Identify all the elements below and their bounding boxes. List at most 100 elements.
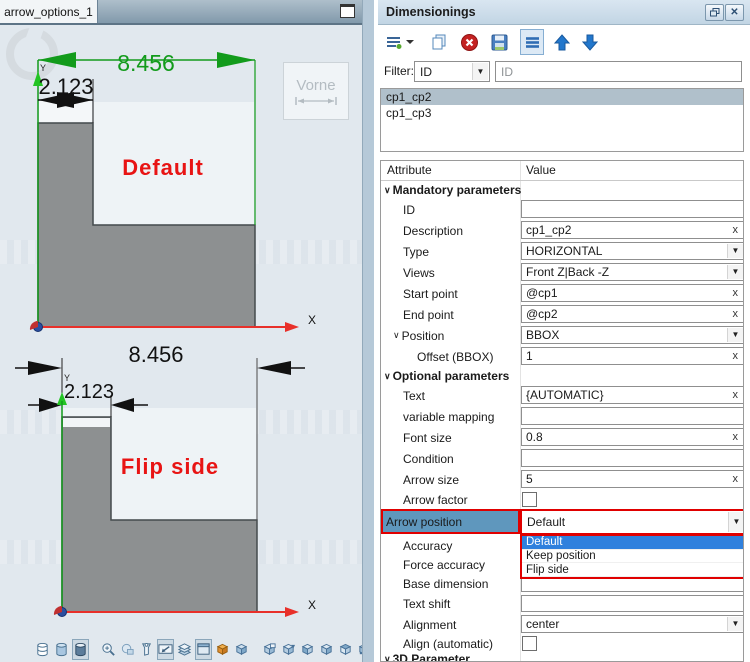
view-toolbar [0,636,410,662]
save-icon[interactable] [491,30,508,54]
collapse-chevron-icon[interactable]: ∨ [384,654,391,662]
description-input[interactable]: cp1_cp2 x [521,221,743,239]
dimensioning-list: cp1_cp2 cp1_cp3 [380,88,744,152]
dropdown-arrow-icon[interactable]: ▼ [727,328,743,342]
dropdown-option-keep-position[interactable]: Keep position [522,550,743,564]
type-combo[interactable]: HORIZONTAL ▼ [521,242,743,260]
top-view-icon[interactable] [337,639,354,660]
clear-field-icon[interactable]: x [733,389,739,401]
dropdown-arrow-icon[interactable]: ▼ [727,617,743,631]
row-position: ∨ Position BBOX ▼ [381,325,743,346]
close-icon[interactable]: ✕ [725,4,744,21]
zoom-previous-icon[interactable] [119,639,136,660]
left-view-icon[interactable] [299,639,316,660]
row-type: Type HORIZONTAL ▼ [381,241,743,262]
dimension-value-2123-default: 2.123 [38,74,94,99]
row-condition: Condition [381,448,743,469]
move-down-icon[interactable] [582,30,598,54]
y-axis-label: Y [64,373,71,383]
zoom-selection-icon[interactable] [138,639,155,660]
solid-view-icon[interactable] [214,639,231,660]
section-optional-parameters[interactable]: ∨ Optional parameters [381,367,743,385]
filter-query-input[interactable] [495,61,742,82]
x-axis-label: X [308,598,317,612]
drawing-canvas[interactable]: 8.456 2.123 Y Default X 8.456 2.123 Y Fl… [0,23,362,636]
move-up-icon[interactable] [554,30,570,54]
menu-icon[interactable] [385,30,403,54]
arrow-factor-checkbox[interactable] [522,492,537,507]
filter-field-value: ID [420,64,432,79]
row-alignment: Alignment center ▼ [381,614,743,635]
maximize-view-icon[interactable] [340,4,355,18]
clear-field-icon[interactable]: x [733,308,739,320]
header-attribute: Attribute [387,163,432,177]
section-3d-parameter[interactable]: ∨ 3D Parameter [381,652,743,662]
filter-field-select[interactable]: ID ▼ [414,61,490,82]
dropdown-arrow-icon[interactable]: ▼ [472,63,488,80]
filter-label: Filter: [384,64,414,78]
front-view-icon[interactable] [280,639,297,660]
collapse-chevron-icon[interactable]: ∨ [384,185,391,196]
clear-field-icon[interactable]: x [733,350,739,362]
attribute-table: Attribute Value ∨ Mandatory parameters ID… [380,160,744,662]
dimension-value-8456-flip: 8.456 [128,342,184,367]
align-automatic-checkbox[interactable] [522,636,537,651]
fit-screen-icon[interactable] [157,638,174,660]
row-text: Text {AUTOMATIC} x [381,385,743,406]
right-view-icon[interactable] [318,639,335,660]
menu-caret-icon[interactable] [406,30,414,54]
cylinder-dark-icon[interactable] [72,638,89,660]
row-end-point: End point @cp2 x [381,304,743,325]
render-modes-icon[interactable] [176,639,193,660]
dropdown-arrow-icon[interactable]: ▼ [727,265,743,279]
position-combo[interactable]: BBOX ▼ [521,326,743,344]
alignment-combo[interactable]: center ▼ [521,615,743,633]
list-item-cp1-cp3[interactable]: cp1_cp3 [381,105,743,121]
row-description: Description cp1_cp2 x [381,220,743,241]
variable-mapping-input[interactable] [521,407,743,425]
font-size-input[interactable]: 0.8 x [521,428,743,446]
offset-bbox-input[interactable]: 1x [521,347,743,365]
arrow-position-dropdown-list: Default Keep position Flip side [520,534,743,579]
dropdown-option-flip-side[interactable]: Flip side [522,563,743,578]
dropdown-option-default[interactable]: Default [522,536,743,550]
collapse-chevron-icon[interactable]: ∨ [384,371,391,382]
back-view-icon[interactable] [261,639,278,660]
drawing-viewport: 8.456 2.123 Y Default X 8.456 2.123 Y Fl… [0,0,410,662]
clear-field-icon[interactable]: x [733,287,739,299]
zoom-in-icon[interactable] [100,639,117,660]
delete-icon[interactable] [461,30,478,54]
cylinder-outline-icon[interactable] [34,639,51,660]
panel-title: Dimensionings [386,5,476,19]
tab-arrow-options-1[interactable]: arrow_options_1 [0,0,98,23]
clear-field-icon[interactable]: x [733,224,739,236]
arrow-position-combo[interactable]: Default ▼ [520,509,743,535]
dropdown-arrow-icon[interactable]: ▼ [728,512,743,532]
dropdown-arrow-icon[interactable]: ▼ [727,244,743,258]
transparent-view-icon[interactable] [233,639,250,660]
viewport-window-icon[interactable] [195,638,212,660]
x-axis-label: X [308,313,317,327]
condition-input[interactable] [521,449,743,467]
view-orientation-widget[interactable]: Vorne [283,62,349,120]
cylinder-shaded-icon[interactable] [53,639,70,660]
list-item-cp1-cp2[interactable]: cp1_cp2 [381,89,743,105]
text-shift-input[interactable] [521,595,743,612]
section-mandatory-parameters[interactable]: ∨ Mandatory parameters [381,181,743,199]
end-point-input[interactable]: @cp2 x [521,305,743,323]
collapse-chevron-icon[interactable]: ∨ [393,330,400,341]
list-view-icon[interactable] [520,29,544,55]
copy-icon[interactable] [430,30,448,54]
view-orientation-label: Vorne [296,76,336,94]
start-point-input[interactable]: @cp1 x [521,284,743,302]
text-input[interactable]: {AUTOMATIC} x [521,386,743,404]
dimensionings-panel: Dimensionings ✕ Filter: ID ▼ cp1_ [378,0,750,662]
arrow-size-input[interactable]: 5x [521,470,743,488]
id-input[interactable] [521,200,743,218]
views-combo[interactable]: Front Z|Back -Z ▼ [521,263,743,281]
annotation-flip-side: Flip side [120,454,220,479]
clear-field-icon[interactable]: x [733,431,739,443]
restore-window-icon[interactable] [705,4,724,21]
table-header: Attribute Value [381,161,743,181]
clear-field-icon[interactable]: x [733,473,739,485]
